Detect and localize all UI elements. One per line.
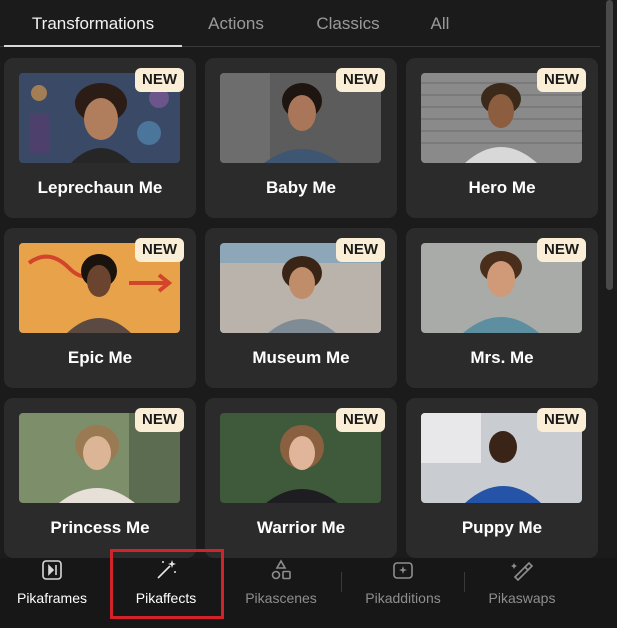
- effect-card-princess-me[interactable]: NEW Princess Me: [4, 398, 196, 558]
- new-badge: NEW: [135, 408, 184, 432]
- scrollbar[interactable]: [606, 0, 613, 290]
- effect-card-mrs-me[interactable]: NEW Mrs. Me: [406, 228, 598, 388]
- effect-card-leprechaun-me[interactable]: NEW Leprechaun Me: [4, 58, 196, 218]
- effects-grid: NEW Leprechaun Me NEW Baby Me NEW Hero M…: [0, 48, 600, 558]
- new-badge: NEW: [537, 408, 586, 432]
- nav-label: Pikadditions: [365, 590, 441, 606]
- nav-label: Pikascenes: [245, 590, 317, 606]
- new-badge: NEW: [336, 238, 385, 262]
- new-badge: NEW: [537, 68, 586, 92]
- nav-pikadditions[interactable]: Pikadditions: [356, 558, 450, 628]
- effect-card-museum-me[interactable]: NEW Museum Me: [205, 228, 397, 388]
- effect-card-label: Epic Me: [67, 348, 133, 367]
- effect-card-label: Hero Me: [468, 178, 536, 197]
- frame-icon: [40, 558, 64, 582]
- new-badge: NEW: [336, 68, 385, 92]
- tab-all[interactable]: All: [420, 0, 460, 47]
- new-badge: NEW: [336, 408, 385, 432]
- nav-pikaframes[interactable]: Pikaframes: [8, 558, 96, 628]
- effect-card-label: Warrior Me: [256, 518, 346, 537]
- new-badge: NEW: [135, 68, 184, 92]
- nav-label: Pikaswaps: [488, 590, 556, 606]
- effect-card-label: Mrs. Me: [470, 348, 534, 367]
- new-badge: NEW: [135, 238, 184, 262]
- effect-card-label: Museum Me: [252, 348, 350, 367]
- shapes-icon: [269, 558, 293, 582]
- effect-card-label: Princess Me: [50, 518, 150, 537]
- effect-card-puppy-me[interactable]: NEW Puppy Me: [406, 398, 598, 558]
- nav-divider: [341, 572, 342, 592]
- tab-classics[interactable]: Classics: [300, 0, 396, 47]
- nav-divider: [464, 572, 465, 592]
- tab-transformations[interactable]: Transformations: [4, 0, 182, 47]
- tab-actions[interactable]: Actions: [190, 0, 282, 47]
- effect-card-hero-me[interactable]: NEW Hero Me: [406, 58, 598, 218]
- effect-card-label: Leprechaun Me: [37, 178, 163, 197]
- new-badge: NEW: [537, 238, 586, 262]
- active-tab-indicator: [4, 45, 182, 47]
- effect-card-baby-me[interactable]: NEW Baby Me: [205, 58, 397, 218]
- effect-card-warrior-me[interactable]: NEW Warrior Me: [205, 398, 397, 558]
- add-sparkle-icon: [391, 558, 415, 582]
- nav-pikaswaps[interactable]: Pikaswaps: [478, 558, 566, 628]
- bottom-toolbar: Pikaframes Pikaffects Pikascenes Pikaddi…: [0, 558, 617, 628]
- category-tabs: Transformations Actions Classics All: [0, 0, 600, 47]
- effect-card-epic-me[interactable]: NEW Epic Me: [4, 228, 196, 388]
- effect-card-label: Puppy Me: [461, 518, 543, 537]
- effect-card-label: Baby Me: [266, 178, 336, 197]
- selection-highlight: [110, 549, 224, 619]
- nav-label: Pikaframes: [16, 590, 88, 606]
- nav-pikascenes[interactable]: Pikascenes: [236, 558, 326, 628]
- brush-swap-icon: [510, 558, 534, 582]
